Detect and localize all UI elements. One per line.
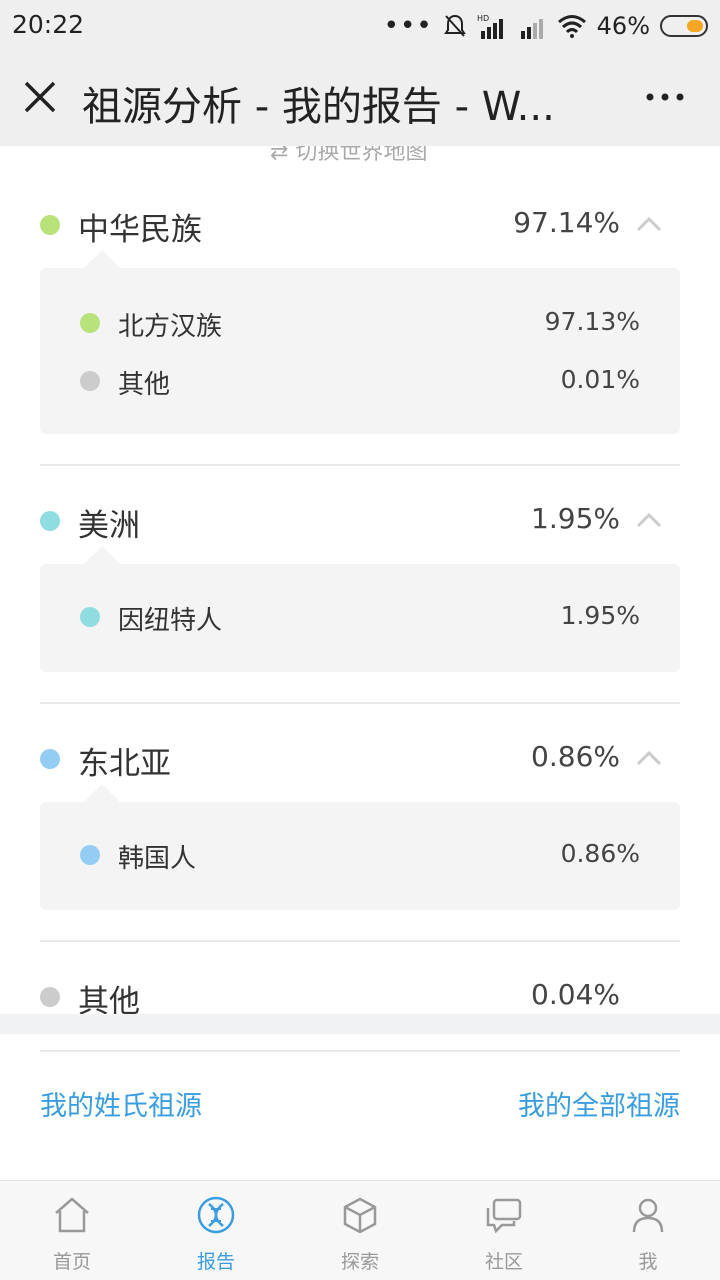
- close-icon[interactable]: [20, 77, 60, 117]
- person-icon: [632, 1198, 664, 1233]
- group-percent: 97.14%: [513, 206, 620, 239]
- bottom-nav: 首页 报告 探索 社区 我: [0, 1180, 720, 1280]
- switch-map-label: 切换世界地图: [295, 146, 428, 165]
- sub-percent: 97.13%: [544, 307, 640, 336]
- group-name: 中华民族: [78, 212, 202, 248]
- chevron-up-icon[interactable]: [636, 214, 662, 234]
- sub-name: 因纽特人: [118, 606, 223, 636]
- color-dot: [40, 749, 60, 769]
- nav-home[interactable]: 首页: [0, 1181, 144, 1280]
- panel-caret: [84, 250, 120, 268]
- group-row-northeast-asia[interactable]: 东北亚 0.86%: [40, 734, 680, 784]
- surname-ancestry-link[interactable]: 我的姓氏祖源: [40, 1084, 202, 1123]
- group-detail-panel: 因纽特人 1.95%: [40, 546, 680, 672]
- color-dot: [80, 371, 100, 391]
- dna-icon: [197, 1196, 235, 1234]
- title-bar: 祖源分析 - 我的报告 - W...: [0, 52, 720, 146]
- all-ancestry-link[interactable]: 我的全部祖源: [518, 1084, 680, 1123]
- group-percent: 1.95%: [531, 502, 620, 535]
- divider: [40, 1050, 680, 1052]
- panel-caret: [84, 784, 120, 802]
- chevron-up-icon[interactable]: [636, 748, 662, 768]
- section-gap: [0, 1014, 720, 1034]
- sub-row: 因纽特人 1.95%: [40, 596, 680, 636]
- signal-icon: [520, 19, 543, 39]
- wifi-icon: [557, 15, 586, 38]
- sub-name: 韩国人: [118, 844, 197, 874]
- more-icon[interactable]: [640, 82, 690, 112]
- group-detail-panel: 北方汉族 97.13% 其他 0.01%: [40, 250, 680, 434]
- sub-percent: 0.86%: [560, 839, 640, 868]
- status-icons: ••• HD 46%: [384, 10, 708, 42]
- page-title: 祖源分析 - 我的报告 - W...: [82, 84, 555, 130]
- group-percent: 0.86%: [531, 740, 620, 773]
- sub-percent: 1.95%: [560, 601, 640, 630]
- nav-label: 报告: [196, 1251, 235, 1273]
- color-dot: [80, 845, 100, 865]
- nav-explore[interactable]: 探索: [288, 1181, 432, 1280]
- divider: [40, 940, 680, 942]
- color-dot: [40, 511, 60, 531]
- group-row-zhonghua[interactable]: 中华民族 97.14%: [40, 200, 680, 250]
- group-detail-panel: 韩国人 0.86%: [40, 784, 680, 910]
- cube-icon: [343, 1197, 377, 1234]
- group-row-americas[interactable]: 美洲 1.95%: [40, 496, 680, 546]
- chat-icon: [486, 1198, 522, 1234]
- sub-row: 北方汉族 97.13%: [40, 302, 680, 342]
- nav-community[interactable]: 社区: [432, 1181, 576, 1280]
- home-icon: [55, 1197, 89, 1233]
- nav-report[interactable]: 报告: [144, 1181, 288, 1280]
- divider: [40, 464, 680, 466]
- status-time: 20:22: [12, 10, 85, 39]
- divider: [40, 702, 680, 704]
- mute-bell-icon: [443, 14, 466, 37]
- panel-caret: [84, 546, 120, 564]
- group-name: 美洲: [78, 508, 140, 544]
- sub-name: 北方汉族: [118, 312, 223, 342]
- nav-label: 社区: [484, 1251, 523, 1273]
- switch-map-link[interactable]: ⇄ 切换世界地图: [270, 146, 427, 166]
- hd-signal-icon: HD: [477, 14, 503, 39]
- dots-icon: •••: [383, 11, 433, 41]
- color-dot: [80, 313, 100, 333]
- sub-row: 韩国人 0.86%: [40, 834, 680, 874]
- nav-label: 我: [638, 1251, 658, 1273]
- sub-row: 其他 0.01%: [40, 360, 680, 400]
- color-dot: [40, 215, 60, 235]
- chevron-up-icon[interactable]: [636, 510, 662, 530]
- battery-percent: 46%: [596, 12, 650, 40]
- group-percent: 0.04%: [531, 978, 620, 1011]
- svg-text:HD: HD: [477, 14, 489, 23]
- sub-percent: 0.01%: [560, 365, 640, 394]
- status-bar: 20:22 ••• HD 46%: [0, 0, 720, 52]
- color-dot: [80, 607, 100, 627]
- group-name: 东北亚: [78, 746, 171, 782]
- nav-label: 首页: [52, 1251, 91, 1273]
- sub-name: 其他: [118, 370, 171, 400]
- battery-icon: [660, 15, 708, 37]
- color-dot: [40, 987, 60, 1007]
- ancestry-content: ⇄ 切换世界地图 中华民族 97.14% 北方汉族 97.13% 其他 0.01…: [0, 146, 720, 1160]
- nav-me[interactable]: 我: [576, 1181, 720, 1280]
- nav-label: 探索: [340, 1251, 379, 1273]
